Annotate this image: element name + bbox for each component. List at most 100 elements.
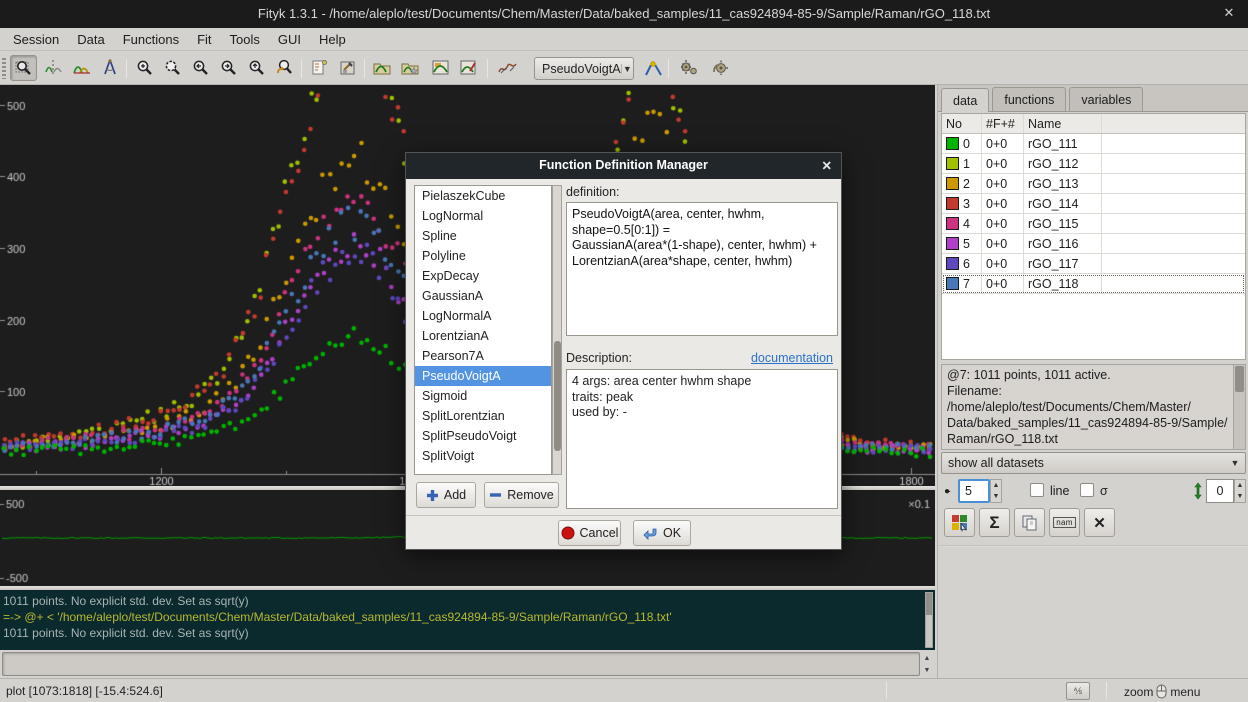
add-function-button[interactable] [640, 55, 667, 81]
fit-run-button[interactable] [675, 55, 702, 81]
dataset-color-swatch[interactable] [946, 277, 959, 290]
menu-data[interactable]: Data [68, 29, 113, 50]
load-data-append-button[interactable] [397, 55, 424, 81]
zoom-in-button[interactable] [131, 55, 158, 81]
dataset-row-rGO_112[interactable]: 10+0rGO_112 [942, 154, 1245, 174]
function-list-item[interactable]: ExpDecay [415, 266, 551, 286]
menu-gui[interactable]: GUI [269, 29, 310, 50]
ok-button[interactable]: OK [633, 520, 691, 546]
function-list-item[interactable]: SplitLorentzian [415, 406, 551, 426]
dataset-color-swatch[interactable] [946, 177, 959, 190]
dataset-color-swatch[interactable] [946, 217, 959, 230]
sigma-label: σ [1100, 484, 1108, 498]
sidebar-buttons: Σ nam ✕ [938, 508, 1248, 540]
dataset-row-rGO_116[interactable]: 50+0rGO_116 [942, 234, 1245, 254]
dataset-color-swatch[interactable] [946, 237, 959, 250]
function-list-item[interactable]: Sigmoid [415, 386, 551, 406]
toolbar-drag-handle [2, 58, 6, 79]
dataset-colors-button[interactable] [944, 508, 975, 537]
fit-undo-button[interactable] [707, 55, 734, 81]
point-size-spinner[interactable]: 5 [958, 479, 990, 503]
data-range-mode-button[interactable] [40, 55, 67, 81]
function-list-item[interactable]: SplitVoigt [415, 446, 551, 466]
shift-value-box[interactable]: 0 [1206, 479, 1234, 503]
add-function-definition-button[interactable]: Add [416, 482, 476, 508]
dataset-row-rGO_115[interactable]: 40+0rGO_115 [942, 214, 1245, 234]
window-close-icon[interactable]: ✕ [1220, 5, 1238, 23]
tab-data[interactable]: data [941, 88, 989, 112]
rename-button[interactable]: nam [1049, 508, 1080, 537]
function-list-item[interactable]: Pearson7A [415, 346, 551, 366]
minus-icon [489, 491, 502, 499]
data-transform-button[interactable] [334, 55, 361, 81]
coordinates-mode-button[interactable]: ⅍ [1066, 682, 1090, 700]
zoom-right-button[interactable] [215, 55, 242, 81]
dataset-info: @7: 1011 points, 1011 active. Filename: … [941, 364, 1246, 450]
command-history-spinner[interactable]: ▲▼ [921, 652, 933, 676]
console-scrollbar[interactable] [925, 592, 933, 648]
display-controls: ●· 5 ▲▼ line σ 0 ▲▼ [938, 478, 1248, 506]
add-peak-mode-button[interactable] [68, 55, 95, 81]
function-list-item[interactable]: PielaszekCube [415, 186, 551, 206]
command-input[interactable] [2, 652, 920, 676]
dialog-close-icon[interactable]: ✕ [822, 158, 832, 173]
dataset-color-swatch[interactable] [946, 137, 959, 150]
function-list-item[interactable]: Spline [415, 226, 551, 246]
description-box: 4 args: area center hwhm shape traits: p… [566, 369, 838, 509]
dataset-color-swatch[interactable] [946, 157, 959, 170]
zoom-vertical-button[interactable] [243, 55, 270, 81]
dataset-row-rGO_118[interactable]: 70+0rGO_118 [942, 274, 1245, 294]
dataset-row-rGO_117[interactable]: 60+0rGO_117 [942, 254, 1245, 274]
menu-session[interactable]: Session [4, 29, 68, 50]
dataset-color-swatch[interactable] [946, 257, 959, 270]
title-bar: Fityk 1.3.1 - /home/aleplo/test/Document… [0, 0, 1248, 28]
zoom-mode-button[interactable] [10, 55, 37, 81]
dataset-filter-combo[interactable]: show all datasets ▼ [941, 452, 1246, 474]
copy-data-button[interactable] [1014, 508, 1045, 537]
definition-textarea[interactable]: PseudoVoigtA(area, center, hwhm, shape=0… [566, 202, 838, 336]
function-list-scrollbar[interactable] [552, 185, 562, 475]
sigma-checkbox[interactable] [1080, 483, 1094, 497]
zoom-fit-button[interactable] [159, 55, 186, 81]
line-label: line [1050, 484, 1069, 498]
info-scrollbar[interactable] [1233, 365, 1245, 449]
function-list-item[interactable]: LogNormal [415, 206, 551, 226]
sum-button[interactable]: Σ [979, 508, 1010, 537]
menu-functions[interactable]: Functions [114, 29, 188, 50]
tab-functions[interactable]: functions [992, 87, 1066, 111]
dialog-title-bar[interactable]: Function Definition Manager ✕ [406, 153, 841, 179]
function-list-item[interactable]: PseudoVoigtA [415, 366, 551, 386]
function-list-item[interactable]: LogNormalA [415, 306, 551, 326]
dataset-color-swatch[interactable] [946, 197, 959, 210]
save-script-button[interactable] [455, 55, 482, 81]
dataset-row-rGO_114[interactable]: 30+0rGO_114 [942, 194, 1245, 214]
function-type-combo[interactable]: PseudoVoigtA ▼ [534, 57, 634, 80]
load-data-button[interactable] [369, 55, 396, 81]
dataset-row-rGO_111[interactable]: 00+0rGO_111 [942, 134, 1245, 154]
function-list-item[interactable]: Polyline [415, 246, 551, 266]
vertical-shift-icon [1193, 482, 1203, 500]
function-definition-manager-dialog: Function Definition Manager ✕ PielaszekC… [405, 152, 842, 550]
dataset-row-rGO_113[interactable]: 20+0rGO_113 [942, 174, 1245, 194]
tab-variables[interactable]: variables [1069, 87, 1143, 111]
shift-arrows[interactable]: ▲▼ [1234, 479, 1246, 503]
delete-dataset-button[interactable]: ✕ [1084, 508, 1115, 537]
view-script-button[interactable] [427, 55, 454, 81]
remove-function-definition-button[interactable]: Remove [484, 482, 559, 508]
documentation-link[interactable]: documentation [751, 351, 833, 365]
menu-fit[interactable]: Fit [188, 29, 220, 50]
function-list-item[interactable]: GaussianA [415, 286, 551, 306]
zoom-left-button[interactable] [187, 55, 214, 81]
function-list-item[interactable]: LorentzianA [415, 326, 551, 346]
function-list-item[interactable]: SplitPseudoVoigt [415, 426, 551, 446]
menu-help[interactable]: Help [310, 29, 355, 50]
zoom-previous-button[interactable] [271, 55, 298, 81]
data-editor-button[interactable] [306, 55, 333, 81]
menu-tools[interactable]: Tools [221, 29, 269, 50]
auto-guess-button[interactable] [494, 55, 521, 81]
cancel-button[interactable]: Cancel [558, 520, 621, 546]
line-checkbox[interactable] [1030, 483, 1044, 497]
point-size-arrows[interactable]: ▲▼ [990, 479, 1002, 503]
width-mode-button[interactable] [96, 55, 123, 81]
dataset-table: No #F+# Name 00+0rGO_11110+0rGO_11220+0r… [941, 113, 1246, 360]
